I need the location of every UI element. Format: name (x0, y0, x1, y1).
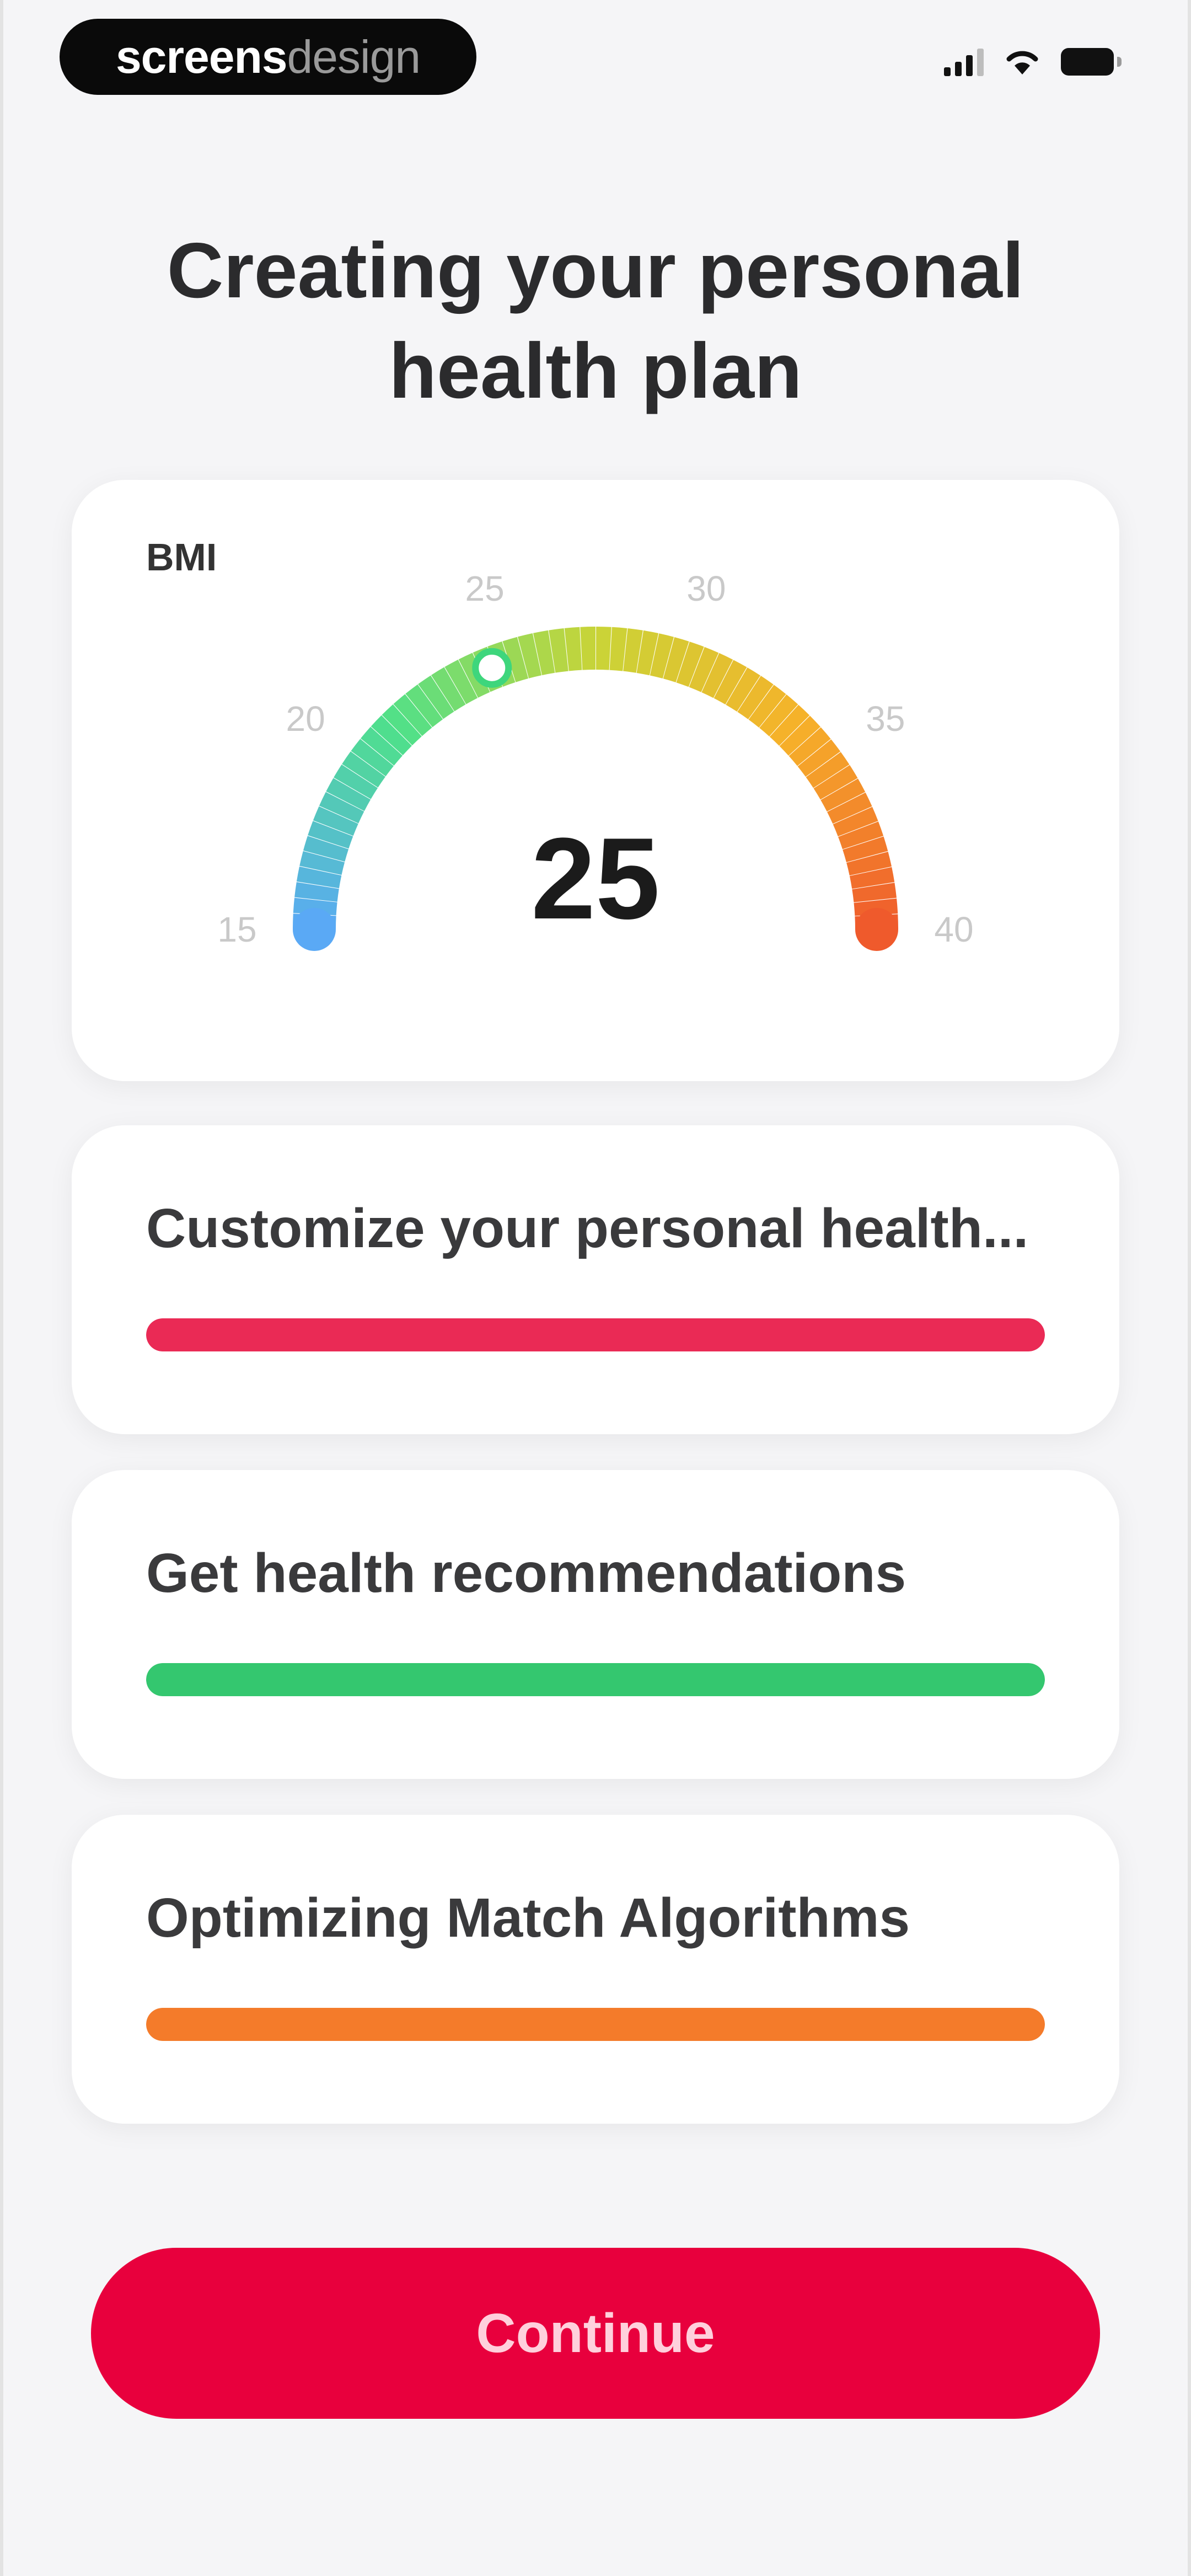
gauge-tick-label: 40 (934, 910, 973, 949)
task-label: Optimizing Match Algorithms (146, 1887, 910, 1949)
left-border (0, 0, 3, 2576)
screen: screens design Creating your personal hea… (0, 0, 1191, 2576)
task-card-algorithms: Optimizing Match Algorithms (72, 1815, 1119, 2124)
gauge-segment (846, 851, 892, 876)
brand-logo-strong: screens (115, 30, 288, 83)
gauge-segment (418, 675, 454, 719)
gauge-segment (334, 764, 378, 799)
gauge-end-cap (293, 908, 336, 951)
gauge-segment (748, 685, 786, 728)
gauge-segment (713, 660, 747, 705)
gauge-segment (326, 778, 371, 811)
gauge-tick-label: 25 (465, 569, 505, 608)
battery-icon (1061, 48, 1122, 76)
progress-fill (146, 1663, 1045, 1696)
gauge-segment (596, 627, 611, 670)
progress-bar (146, 2008, 1045, 2041)
task-label: Customize your personal health... (146, 1198, 1029, 1259)
gauge-segment (806, 752, 850, 788)
gauge-tick-label: 30 (686, 569, 726, 608)
gauge-segment (299, 851, 345, 875)
gauge-segment (759, 694, 798, 737)
signal-icon (944, 47, 984, 76)
gauge-segment (849, 867, 895, 889)
gauge-tick-label: 15 (217, 910, 256, 949)
gauge-segment (308, 821, 353, 849)
gauge-segment (371, 715, 412, 756)
gauge-segment (549, 628, 568, 673)
gauge-segment (797, 739, 841, 777)
gauge-segment (769, 704, 810, 746)
page-title: Creating your personal health plan (167, 227, 1024, 415)
gauge-segment (533, 630, 555, 676)
gauge-segment (636, 630, 659, 676)
gauge-segment (788, 727, 831, 766)
gauge-segment (303, 836, 349, 862)
gauge-segment (663, 637, 689, 683)
gauge-segment (827, 792, 872, 824)
gauge-segment (382, 704, 422, 746)
gauge-segment (737, 676, 774, 720)
gauge-segment (294, 882, 339, 902)
gauge-segment (779, 715, 820, 756)
gauge-segment (517, 633, 542, 678)
gauge-segment (393, 694, 432, 736)
bmi-gauge: 15 20 25 30 35 40 25 (217, 569, 974, 951)
gauge-segment (852, 883, 897, 902)
progress-fill (146, 2008, 1045, 2041)
right-border (1188, 0, 1191, 2576)
gauge-segment (689, 646, 719, 692)
gauge-segment (838, 821, 884, 849)
gauge-segment (843, 836, 888, 863)
progress-bar (146, 1318, 1045, 1351)
wifi-icon (1006, 51, 1038, 74)
gauge-segment (820, 778, 866, 812)
gauge-segment (833, 806, 878, 837)
gauge-segment (580, 627, 596, 670)
gauge-segment (564, 627, 582, 671)
progress-bar (146, 1663, 1045, 1696)
task-card-customize: Customize your personal health... (72, 1125, 1119, 1434)
gauge-segment (351, 739, 394, 777)
gauge-segment (313, 806, 358, 836)
gauge-tick-label: 35 (866, 699, 905, 739)
gauge-segment (701, 653, 733, 698)
gauge-segment (726, 667, 761, 712)
bmi-value: 25 (531, 814, 660, 943)
gauge-segment (431, 667, 466, 712)
gauge-segment (405, 684, 443, 728)
status-icons (944, 47, 1122, 76)
gauge-marker (472, 648, 512, 688)
gauge-marker-knob (472, 648, 512, 688)
task-label: Get health recommendations (146, 1542, 906, 1604)
gauge-segment (502, 637, 529, 682)
gauge-segment (609, 627, 627, 671)
continue-button[interactable]: Continue (91, 2248, 1100, 2419)
brand-logo-light: design (287, 30, 421, 83)
gauge-segment (296, 866, 342, 889)
gauge-end-cap (855, 908, 898, 951)
gauge-segment (342, 751, 386, 788)
gauge-tick-label: 20 (286, 699, 325, 739)
gauge-segment (623, 628, 643, 673)
brand-logo: screens design (60, 19, 476, 95)
bmi-card: BMI 15 20 25 30 35 40 25 (72, 480, 1119, 1081)
progress-fill (146, 1318, 1045, 1351)
status-bar: screens design (0, 0, 1191, 110)
task-card-recommendations: Get health recommendations (72, 1470, 1119, 1779)
gauge-segment (361, 726, 403, 766)
gauge-segment (676, 642, 704, 687)
gauge-segment (444, 659, 478, 704)
gauge-segment (319, 792, 364, 824)
gauge-segment (813, 765, 858, 800)
gauge-segment (650, 633, 674, 679)
